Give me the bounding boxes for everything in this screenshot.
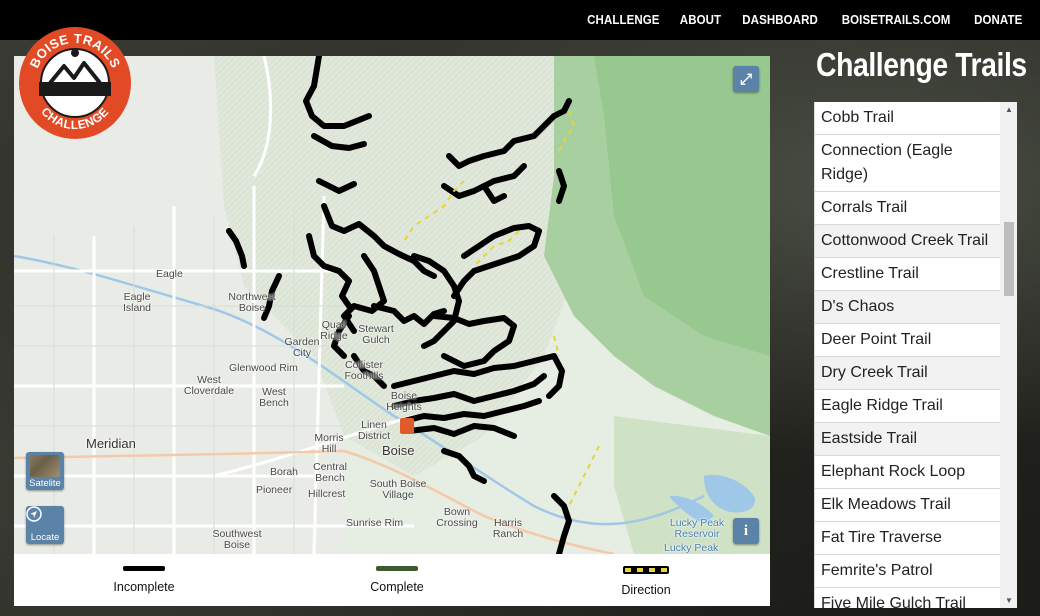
satellite-thumbnail-icon <box>30 455 60 477</box>
trail-list-item[interactable]: Dry Creek Trail <box>814 357 1000 390</box>
map-label: Lucky Peak <box>664 542 719 554</box>
info-button[interactable]: i <box>733 518 759 544</box>
trail-list-item[interactable]: Connection (Eagle Ridge) <box>814 135 1000 192</box>
top-nav-bar: CHALLENGE ABOUT DASHBOARD BOISETRAILS.CO… <box>0 0 1040 40</box>
map-label: Quail Ridge <box>320 319 348 342</box>
nav-dashboard-link[interactable]: DASHBOARD <box>743 13 819 27</box>
trail-list-item[interactable]: Eastside Trail <box>814 423 1000 456</box>
trail-list-item[interactable]: Fat Tire Traverse <box>814 522 1000 555</box>
expand-icon: ⤢ <box>739 70 752 88</box>
trail-list-items: Cobb Trail Connection (Eagle Ridge) Corral… <box>814 102 1000 608</box>
map-label: South Boise Village <box>369 478 427 501</box>
map-label: Northwest Boise <box>228 291 276 314</box>
trail-list-item[interactable]: Femrite's Patrol <box>814 555 1000 588</box>
locate-arrow-icon <box>26 506 60 531</box>
trail-list-item[interactable]: Cobb Trail <box>814 102 1000 135</box>
trail-list-item[interactable]: Deer Point Trail <box>814 324 1000 357</box>
trail-list-item[interactable]: Eagle Ridge Trail <box>814 390 1000 423</box>
nav-donate-link[interactable]: DONATE <box>974 13 1022 27</box>
map-label: Harris Ranch <box>492 517 524 540</box>
map-label: Hillcrest <box>308 488 346 500</box>
trail-list-item[interactable]: Elephant Rock Loop <box>814 456 1000 489</box>
trailhead-marker <box>400 418 414 434</box>
nav-boisetrails-link[interactable]: BOISETRAILS.COM <box>842 13 951 27</box>
map-label: Meridian <box>86 436 136 451</box>
map-legend: Incomplete Complete Direction <box>14 554 770 606</box>
map-label: Collister Foothills <box>344 359 384 382</box>
map-label: Borah <box>270 466 299 478</box>
map-label: Boise <box>382 443 415 458</box>
nav-challenge-link[interactable]: CHALLENGE <box>587 13 659 27</box>
map-label: Sunrise Rim <box>346 517 404 529</box>
map-label: West Cloverdale <box>183 374 235 397</box>
sidebar-title: Challenge Trails <box>816 46 1027 83</box>
legend-swatch <box>376 566 418 571</box>
scroll-down-icon[interactable]: ▼ <box>1001 596 1017 605</box>
locate-label: Locate <box>30 532 60 543</box>
legend-item-complete: Complete <box>337 566 457 594</box>
map-label: Boise Heights <box>386 390 422 413</box>
scroll-up-icon[interactable]: ▲ <box>1001 105 1017 114</box>
legend-swatch <box>123 566 165 571</box>
legend-item-incomplete: Incomplete <box>84 566 204 594</box>
legend-label: Incomplete <box>113 580 175 594</box>
map-label: Glenwood Rim <box>229 362 298 374</box>
legend-label: Complete <box>370 580 424 594</box>
map-label: Morris Hill <box>314 432 344 455</box>
trail-list-item[interactable]: Five Mile Gulch Trail <box>814 588 1000 608</box>
legend-swatch <box>623 566 669 574</box>
map-label: Central Bench <box>313 461 347 484</box>
nav-about-link[interactable]: ABOUT <box>680 13 721 27</box>
legend-item-direction: Direction <box>586 566 706 597</box>
trail-list-scrollbar[interactable]: ▲ ▼ <box>1001 102 1017 608</box>
trail-list[interactable]: Cobb Trail Connection (Eagle Ridge) Corral… <box>814 102 1017 608</box>
main-nav: CHALLENGE ABOUT DASHBOARD BOISETRAILS.CO… <box>584 0 1024 40</box>
map-label: Linen District <box>357 419 391 442</box>
map-label: Eagle <box>156 268 183 280</box>
trail-list-item[interactable]: Crestline Trail <box>814 258 1000 291</box>
map-label: Lucky Peak Reservoir <box>669 517 725 540</box>
map-label: Eagle Island <box>122 291 152 314</box>
map-label: Pioneer <box>256 484 293 496</box>
trail-list-item[interactable]: D's Chaos <box>814 291 1000 324</box>
map-label: West Bench <box>259 386 289 409</box>
trail-list-item[interactable]: Corrals Trail <box>814 192 1000 225</box>
fullscreen-button[interactable]: ⤢ <box>733 66 759 92</box>
scrollbar-thumb[interactable] <box>1004 222 1014 296</box>
info-icon: i <box>743 522 749 539</box>
locate-button[interactable]: Locate <box>26 506 64 544</box>
trail-list-item[interactable]: Elk Meadows Trail <box>814 489 1000 522</box>
boise-trails-challenge-logo[interactable]: BOISE TRAILS CHALLENGE <box>18 26 132 140</box>
map-label: Garden City <box>284 336 320 359</box>
satellite-toggle-button[interactable]: Satelite <box>26 452 64 490</box>
satellite-label: Satelite <box>29 478 61 489</box>
trail-list-item[interactable]: Cottonwood Creek Trail <box>814 225 1000 258</box>
map-label: Southwest Boise <box>212 528 262 551</box>
legend-label: Direction <box>621 583 671 597</box>
map-label: Bown Crossing <box>436 506 478 529</box>
map-label: Stewart Gulch <box>358 323 394 346</box>
